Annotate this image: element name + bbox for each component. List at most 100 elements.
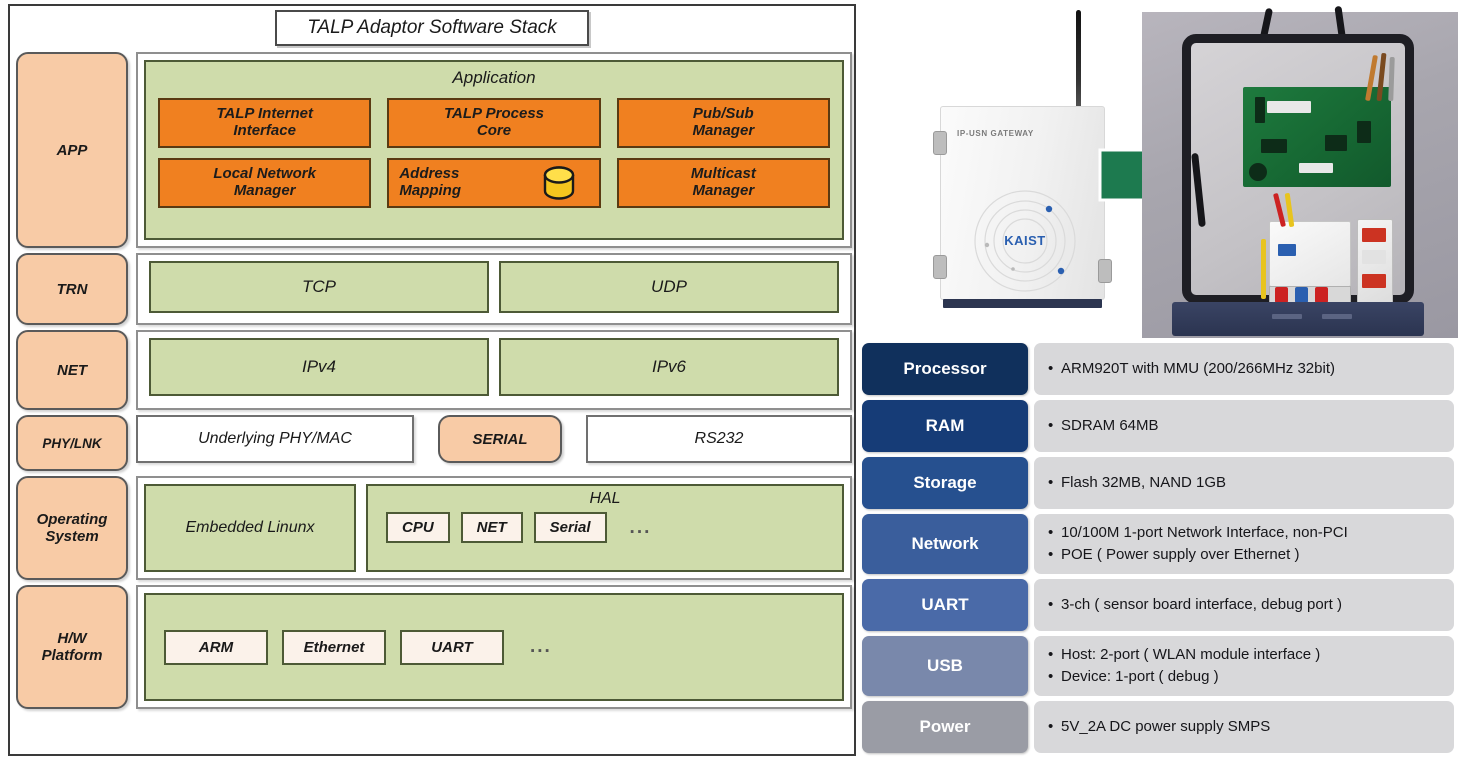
layer-label-hw-platform: H/W Platform	[16, 585, 128, 709]
spec-value-processor: • ARM920T with MMU (200/266MHz 32bit)	[1034, 343, 1454, 395]
spec-value-network: • 10/100M 1-port Network Interface, non-…	[1034, 514, 1454, 574]
layer-label-app: APP	[16, 52, 128, 248]
gateway-hardware-photo: IP-USN GATEWAY KAIST	[880, 2, 1458, 338]
bullet-icon: •	[1048, 668, 1054, 685]
pcb-label-sticker-1	[1267, 101, 1311, 113]
spec-line: • Host: 2-port ( WLAN module interface )	[1048, 644, 1454, 666]
hal-group: HAL CPU NET Serial ...	[366, 484, 844, 572]
protocol-tcp[interactable]: TCP	[149, 261, 489, 313]
stack-row-trn: TRN TCP UDP	[16, 253, 852, 325]
layer-label-net: NET	[16, 330, 128, 410]
lid-vent-2	[1322, 314, 1352, 319]
card-local-network-manager[interactable]: Local Network Manager	[158, 158, 372, 208]
card-address-mapping[interactable]: Address Mapping	[387, 158, 601, 208]
spec-line: • 10/100M 1-port Network Interface, non-…	[1048, 522, 1454, 544]
hinge-top-left	[933, 131, 947, 155]
protocol-udp[interactable]: UDP	[499, 261, 839, 313]
pcb-connector-2	[1249, 163, 1267, 181]
hinge-bottom-right	[1098, 259, 1112, 283]
stack-row-operating-system: Operating System Embedded Linunx HAL CPU…	[16, 476, 852, 580]
bullet-icon: •	[1048, 524, 1054, 542]
spec-line: • Device: 1-port ( debug )	[1048, 666, 1454, 688]
spec-key-usb: USB	[862, 636, 1028, 696]
spec-line: • 5V_2A DC power supply SMPS	[1048, 716, 1454, 738]
spec-value-ram: • SDRAM 64MB	[1034, 400, 1454, 452]
pcb-connector-1	[1255, 97, 1265, 123]
card-talp-internet-interface[interactable]: TALP Internet Interface	[158, 98, 372, 148]
kaist-logo: KAIST	[973, 189, 1077, 293]
hinge-bottom-left	[933, 255, 947, 279]
wire-yellow-2	[1261, 239, 1266, 299]
box-embedded-linux[interactable]: Embedded Linunx	[144, 484, 356, 572]
spec-line-text: SDRAM 64MB	[1061, 417, 1159, 435]
hardware-spec-table: Processor • ARM920T with MMU (200/266MHz…	[862, 343, 1454, 758]
pcb-chip-1	[1261, 139, 1287, 153]
hw-chip-more: ...	[530, 636, 552, 657]
spec-line: • SDRAM 64MB	[1048, 415, 1454, 437]
spec-key-uart: UART	[862, 579, 1028, 631]
spec-key-power: Power	[862, 701, 1028, 753]
hw-chip-uart[interactable]: UART	[400, 629, 504, 665]
breaker-switch-3	[1362, 274, 1386, 288]
gateway-device-closed: IP-USN GATEWAY KAIST	[933, 106, 1112, 308]
spec-value-uart: • 3-ch ( sensor board interface, debug p…	[1034, 579, 1454, 631]
hw-chip-ethernet[interactable]: Ethernet	[282, 629, 386, 665]
device-foot	[943, 299, 1102, 308]
spec-line-text: Flash 32MB, NAND 1GB	[1061, 474, 1227, 492]
hal-chip-serial[interactable]: Serial	[533, 512, 607, 543]
cell-underlying-phy-mac[interactable]: Underlying PHY/MAC	[136, 415, 414, 463]
bullet-icon: •	[1048, 417, 1054, 435]
spec-key-ram: RAM	[862, 400, 1028, 452]
database-cylinder-icon	[541, 166, 577, 200]
layer-label-operating-system: Operating System	[16, 476, 128, 580]
pcb-chip-3	[1357, 121, 1371, 143]
spec-value-power: • 5V_2A DC power supply SMPS	[1034, 701, 1454, 753]
stack-row-hw-platform: H/W Platform ARM Ethernet UART ...	[16, 585, 852, 709]
spec-key-network: Network	[862, 514, 1028, 574]
hal-chip-cpu[interactable]: CPU	[386, 512, 450, 543]
cell-serial[interactable]: SERIAL	[438, 415, 562, 463]
protocol-ipv4[interactable]: IPv4	[149, 338, 489, 396]
pcb-chip-2	[1325, 135, 1347, 151]
spec-line-text: Device: 1-port ( debug )	[1061, 668, 1219, 685]
spec-line: • POE ( Power supply over Ethernet )	[1048, 544, 1454, 566]
hw-chip-arm[interactable]: ARM	[164, 629, 268, 665]
breaker-switch-1	[1362, 228, 1386, 242]
phy-row-body: Underlying PHY/MAC SERIAL RS232	[136, 415, 852, 471]
stack-rows: APP Application TALP Internet Interface …	[16, 52, 852, 714]
card-pub-sub-manager[interactable]: Pub/Sub Manager	[616, 98, 830, 148]
application-card-grid: TALP Internet Interface TALP Process Cor…	[158, 98, 830, 208]
spec-line-text: 3-ch ( sensor board interface, debug por…	[1061, 596, 1342, 614]
spec-row-uart: UART • 3-ch ( sensor board interface, de…	[862, 579, 1454, 631]
circuit-breaker	[1357, 219, 1393, 307]
stack-title-container: TALP Adaptor Software Stack	[10, 10, 854, 46]
card-talp-process-core[interactable]: TALP Process Core	[387, 98, 601, 148]
bullet-icon: •	[1048, 360, 1054, 378]
layer-label-trn: TRN	[16, 253, 128, 325]
enclosure-lid	[1172, 302, 1424, 336]
hw-group: ARM Ethernet UART ...	[144, 593, 844, 701]
cell-rs232[interactable]: RS232	[586, 415, 852, 463]
os-row-body: Embedded Linunx HAL CPU NET Serial ...	[136, 476, 852, 580]
protocol-ipv6[interactable]: IPv6	[499, 338, 839, 396]
card-multicast-manager[interactable]: Multicast Manager	[616, 158, 830, 208]
lid-vent	[1272, 314, 1302, 319]
bullet-icon: •	[1048, 646, 1054, 664]
talp-software-stack-diagram: TALP Adaptor Software Stack APP Applicat…	[8, 4, 856, 756]
antenna	[1076, 10, 1081, 110]
hal-group-title: HAL	[589, 490, 621, 507]
page-title: TALP Adaptor Software Stack	[275, 10, 589, 46]
trn-row-body: TCP UDP	[136, 253, 852, 325]
spec-line: • Flash 32MB, NAND 1GB	[1048, 472, 1454, 494]
stack-row-net: NET IPv4 IPv6	[16, 330, 852, 410]
device-model-label: IP-USN GATEWAY	[957, 129, 1034, 138]
application-group: Application TALP Internet Interface TALP…	[144, 60, 844, 240]
layer-label-phy-lnk: PHY/LNK	[16, 415, 128, 471]
hw-chip-list: ARM Ethernet UART ...	[156, 629, 552, 665]
stack-row-phy-lnk: PHY/LNK Underlying PHY/MAC SERIAL RS232	[16, 415, 852, 471]
spec-row-ram: RAM • SDRAM 64MB	[862, 400, 1454, 452]
wire-harness-grey	[1388, 56, 1395, 102]
hal-chip-list: CPU NET Serial ...	[378, 512, 832, 543]
hal-chip-net[interactable]: NET	[460, 512, 523, 543]
spec-line: • 3-ch ( sensor board interface, debug p…	[1048, 594, 1454, 616]
